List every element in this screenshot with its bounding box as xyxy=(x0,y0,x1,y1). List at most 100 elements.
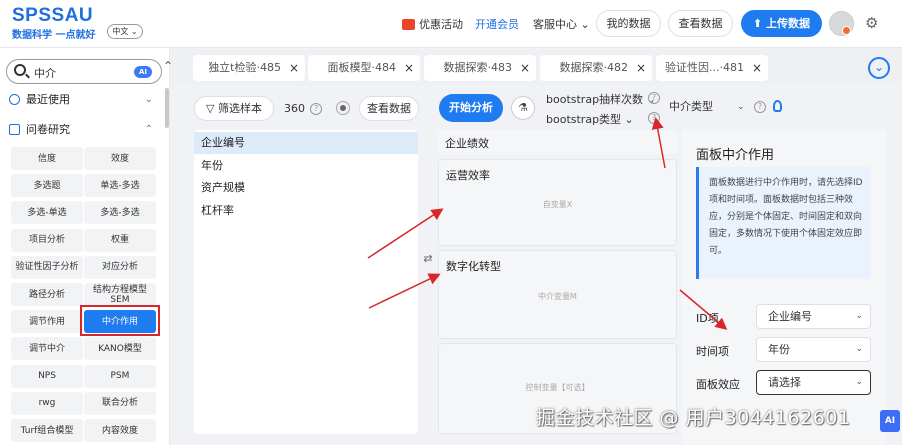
method-button[interactable]: KANO模型 xyxy=(84,337,156,361)
dependent-variable-item[interactable]: 企业绩效 xyxy=(445,135,489,151)
start-analysis-button[interactable]: 开始分析 xyxy=(439,94,503,122)
document-icon xyxy=(9,124,20,135)
method-button[interactable]: 调节中介 xyxy=(11,337,83,361)
time-select[interactable]: 年份 ⌄ xyxy=(756,337,871,362)
swap-icon[interactable]: ⇄ xyxy=(421,252,435,266)
view-data-button[interactable]: 查看数据 xyxy=(359,96,419,121)
method-button[interactable]: rwg xyxy=(11,391,83,415)
effect-label: 面板效应 xyxy=(696,378,740,391)
independent-variable-item[interactable]: 运营效率 xyxy=(446,167,490,183)
bootstrap-times-select[interactable]: bootstrap抽样次数 ⌄ xyxy=(546,91,656,107)
help-center-menu[interactable]: 客服中心 ⌄ xyxy=(533,16,590,32)
dependent-variable-zone[interactable]: 企业绩效 xyxy=(438,130,677,154)
sample-count: 360 xyxy=(284,102,305,115)
method-button[interactable]: 对应分析 xyxy=(84,255,156,279)
help-icon[interactable]: ? xyxy=(648,112,660,124)
tab-label: 数据探索·483 xyxy=(443,61,513,74)
variable-item[interactable]: 年份 xyxy=(194,155,418,177)
method-button[interactable]: 调节作用 xyxy=(11,310,83,334)
close-icon[interactable]: × xyxy=(289,55,299,81)
chevron-down-icon: ⌄ xyxy=(737,102,745,112)
method-button[interactable]: 多选-多选 xyxy=(84,201,156,225)
tab-item[interactable]: 数据探索·482 × xyxy=(540,55,652,81)
chevron-up-icon[interactable]: ⌃ xyxy=(163,59,173,73)
method-button[interactable]: 单选-多选 xyxy=(84,174,156,198)
chevron-down-icon: ⌄ xyxy=(855,311,863,321)
method-button[interactable]: 结构方程模型SEM xyxy=(84,283,156,306)
watermark: 掘金技术社区 @ 用户3044162601 xyxy=(536,407,851,429)
view-data-header-button[interactable]: 查看数据 xyxy=(668,10,733,37)
help-icon[interactable]: ? xyxy=(648,92,660,104)
method-button[interactable]: Turf组合模型 xyxy=(11,419,83,442)
filter-sample-button[interactable]: ▽ 筛选样本 xyxy=(194,96,274,121)
tab-label: 验证性因...·481 xyxy=(665,61,744,74)
tab-item[interactable]: 验证性因...·481 × xyxy=(656,55,768,81)
panel-description: 面板数据进行中介作用时，请先选择ID项和时间项。面板数据时包括三种效应，分别是个… xyxy=(696,167,871,279)
mediation-type-select[interactable]: 中介类型 ⌄ xyxy=(669,96,749,118)
tab-label: 数据探索·482 xyxy=(559,61,629,74)
tab-label: 面板模型·484 xyxy=(327,61,397,74)
variable-item[interactable]: 企业编号 xyxy=(194,132,418,154)
close-icon[interactable]: × xyxy=(520,55,530,81)
method-button[interactable]: 路径分析 xyxy=(11,283,83,306)
time-value: 年份 xyxy=(768,343,790,356)
method-button[interactable]: 多选题 xyxy=(11,174,83,198)
method-button[interactable]: 验证性因子分析 xyxy=(11,255,83,279)
control-variable-hint: 控制变量【可选】 xyxy=(525,383,590,392)
gift-icon xyxy=(402,18,415,30)
sidebar-item-questionnaire[interactable]: 问卷研究 ⌃ xyxy=(0,119,165,141)
sidebar-item-label: 问卷研究 xyxy=(26,123,70,136)
independent-variable-hint: 自变量X xyxy=(542,200,573,209)
gear-icon[interactable]: ⚙ xyxy=(865,14,878,32)
effect-value: 请选择 xyxy=(768,376,801,389)
method-button[interactable]: 内容效度 xyxy=(84,419,156,442)
chevron-up-icon: ⌃ xyxy=(144,124,153,135)
bulb-icon[interactable] xyxy=(773,100,782,112)
variable-item[interactable]: 杠杆率 xyxy=(194,200,418,222)
method-button[interactable]: 权重 xyxy=(84,228,156,252)
effect-select[interactable]: 请选择 ⌄ xyxy=(756,370,871,395)
mediator-variable-zone[interactable]: 数字化转型 中介变量M xyxy=(438,250,677,339)
bootstrap-type-select[interactable]: bootstrap类型 ⌄ xyxy=(546,111,634,127)
search-icon xyxy=(14,64,26,76)
logo[interactable]: SPSSAU 数据科学 一点就好 xyxy=(12,6,95,41)
annotation-highlight-box xyxy=(80,305,160,336)
tab-item[interactable]: 面板模型·484 × xyxy=(308,55,420,81)
method-button[interactable]: 联合分析 xyxy=(84,391,156,415)
chevron-down-icon: ⌄ xyxy=(144,94,153,105)
method-button[interactable]: PSM xyxy=(84,364,156,388)
method-button[interactable]: 多选-单选 xyxy=(11,201,83,225)
ai-badge[interactable]: AI xyxy=(134,66,152,78)
sidebar-item-recent[interactable]: 最近使用 ⌄ xyxy=(0,89,165,111)
language-select[interactable]: 中文 ⌄ xyxy=(107,24,143,39)
promo-link[interactable]: 优惠活动 xyxy=(402,16,463,32)
help-icon[interactable]: ? xyxy=(310,103,322,115)
tab-item[interactable]: 独立t检验·485 × xyxy=(193,55,305,81)
mediator-variable-item[interactable]: 数字化转型 xyxy=(446,258,501,274)
close-icon[interactable]: × xyxy=(752,55,762,81)
method-button[interactable]: 效度 xyxy=(84,147,156,170)
independent-variable-zone[interactable]: 运营效率 自变量X xyxy=(438,159,677,246)
help-icon[interactable]: ? xyxy=(754,101,766,113)
target-icon[interactable] xyxy=(336,101,350,115)
method-button[interactable]: 信度 xyxy=(11,147,83,170)
flask-icon[interactable]: ⚗ xyxy=(511,96,535,120)
my-data-button[interactable]: 我的数据 xyxy=(596,10,661,37)
filter-icon: ▽ xyxy=(206,102,218,115)
member-link[interactable]: 开通会员 xyxy=(475,16,519,32)
chevron-down-icon: ⌄ xyxy=(855,344,863,354)
close-icon[interactable]: × xyxy=(636,55,646,81)
close-icon[interactable]: × xyxy=(404,55,414,81)
id-value: 企业编号 xyxy=(768,310,812,323)
watermark-ai-badge: AI xyxy=(880,410,900,432)
sidebar-item-label: 最近使用 xyxy=(26,93,70,106)
id-select[interactable]: 企业编号 ⌄ xyxy=(756,304,871,329)
search-input[interactable]: 中介 AI xyxy=(6,59,162,84)
method-button[interactable]: 项目分析 xyxy=(11,228,83,252)
tab-item[interactable]: 数据探索·483 × xyxy=(424,55,536,81)
chevron-down-circle-icon[interactable]: ⌄ xyxy=(868,57,890,79)
method-button[interactable]: NPS xyxy=(11,364,83,388)
sidebar-scrollbar[interactable] xyxy=(165,88,169,128)
upload-data-button[interactable]: ⬆ 上传数据 xyxy=(741,10,822,37)
variable-item[interactable]: 资产规模 xyxy=(194,177,418,199)
